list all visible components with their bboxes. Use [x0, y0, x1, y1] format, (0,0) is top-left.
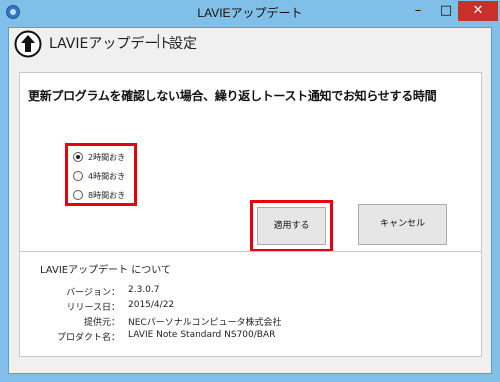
- about-panel: LAVIEアップデート について バージョン： 2.3.0.7 リリース日： 2…: [19, 251, 482, 357]
- product-label: プロダクト名：: [56, 333, 120, 343]
- radio-button-checked[interactable]: [73, 152, 83, 162]
- window-client-area: LAVIEアップデート | 設定 更新プログラムを確認しない場合、繰り返しトース…: [8, 27, 492, 374]
- product-value: LAVIE Note Standard NS700/BAR: [128, 330, 276, 340]
- header-subtitle: 設定: [169, 36, 197, 52]
- provider-label: 提供元：: [83, 318, 120, 328]
- radio-option-8h[interactable]: 8時間おき: [73, 188, 125, 202]
- radio-option-2h[interactable]: 2時間おき: [73, 150, 125, 164]
- about-title: LAVIEアップデート について: [40, 265, 171, 276]
- close-button[interactable]: ✕: [458, 1, 498, 21]
- radio-label: 2時間おき: [88, 152, 126, 162]
- apply-button[interactable]: 適用する: [257, 207, 326, 245]
- title-bar[interactable]: LAVIEアップデート – □ ✕: [0, 0, 500, 26]
- radio-button[interactable]: [73, 190, 83, 200]
- provider-value: NECパーソナルコンピュータ株式会社: [128, 318, 282, 328]
- version-label: バージョン：: [66, 288, 120, 298]
- interval-options-group: 2時間おき 4時間おき 8時間おき: [65, 143, 137, 206]
- app-window: LAVIEアップデート – □ ✕ LAVIEアップデート | 設定 更新プログ…: [0, 0, 500, 382]
- radio-button[interactable]: [73, 171, 83, 181]
- header-separator: |: [156, 33, 161, 49]
- radio-label: 8時間おき: [88, 190, 126, 200]
- up-arrow-circle-icon: [14, 30, 42, 58]
- app-header: LAVIEアップデート | 設定: [9, 28, 491, 58]
- apply-highlight: 適用する: [250, 200, 333, 252]
- maximize-button[interactable]: □: [432, 1, 460, 21]
- version-value: 2.3.0.7: [128, 285, 160, 295]
- release-date-value: 2015/4/22: [128, 300, 175, 310]
- settings-heading: 更新プログラムを確認しない場合、繰り返しトースト通知でお知らせする時間: [28, 89, 437, 103]
- release-date-label: リリース日：: [66, 303, 120, 313]
- cancel-button[interactable]: キャンセル: [358, 204, 447, 245]
- settings-panel: 更新プログラムを確認しない場合、繰り返しトースト通知でお知らせする時間 2時間お…: [19, 72, 482, 256]
- radio-option-4h[interactable]: 4時間おき: [73, 169, 125, 183]
- header-title: LAVIEアップデート: [49, 36, 173, 52]
- radio-label: 4時間おき: [88, 171, 126, 181]
- minimize-button[interactable]: –: [404, 1, 432, 21]
